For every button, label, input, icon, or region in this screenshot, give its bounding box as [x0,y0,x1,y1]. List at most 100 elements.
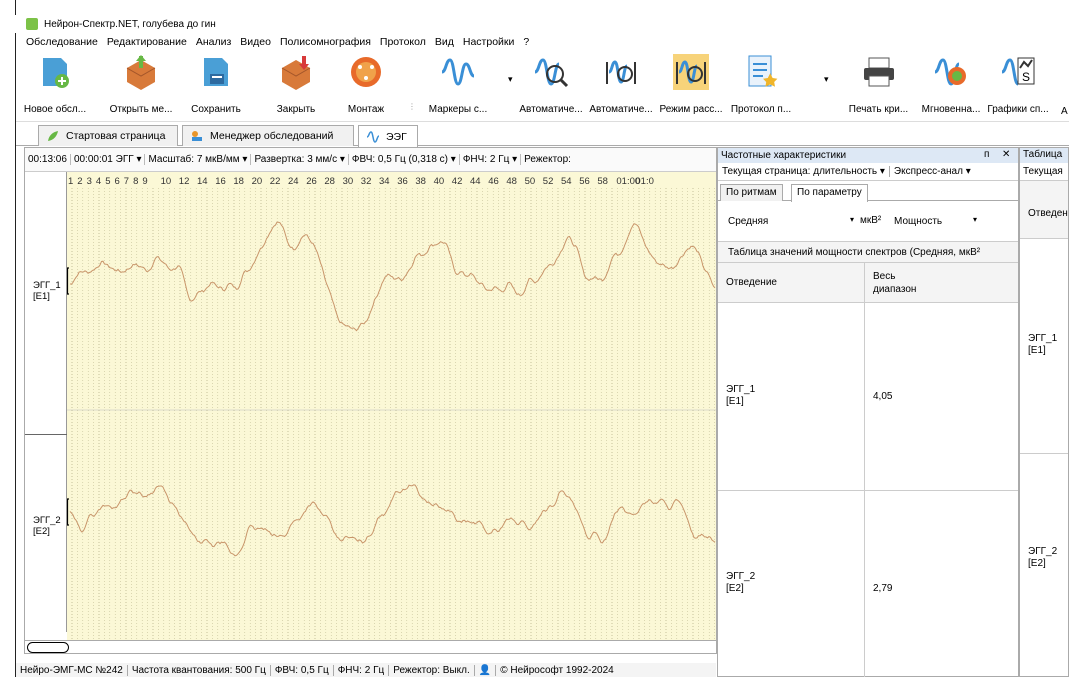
frequency-panel-title-bar: Частотные характеристики ᴨ ✕ [718,148,1018,163]
scale-dropdown[interactable]: Масштаб: 7 мкВ/мм ▾ [145,154,252,165]
menu-item-polysomnography[interactable]: Полисомнография [280,36,371,48]
markers-button[interactable]: Маркеры с... [428,52,488,120]
close-icon[interactable]: ✕ [1002,149,1010,160]
open-button[interactable]: Открыть ме... [106,52,176,120]
express-analysis-dropdown[interactable]: Экспресс-анал ▾ [890,166,975,177]
toolbar-grip[interactable]: ⋮ [408,102,416,111]
tab-start-page[interactable]: Стартовая страница [38,125,178,146]
menu-bar: Обследование Редактирование Анализ Видео… [16,33,1069,50]
print-button[interactable]: Печать кри... [841,52,916,120]
column-full-range: Весь диапазон [873,271,917,295]
table-panel-2-row-2[interactable]: ЭГГ_2 [E2] [1028,546,1057,570]
menu-item-view[interactable]: Вид [435,36,454,48]
notch-dropdown[interactable]: Режектор: [521,154,574,165]
tab-eeg[interactable]: ЭЭГ [358,125,418,147]
duration-dropdown[interactable]: 00:00:01 ЭГГ ▾ [71,154,146,165]
time-ruler-label: 7 [124,176,129,187]
app-window: Нейрон-Спектр.NET, голубева до гин Обсле… [0,0,1069,677]
eeg-trace-channel-2[interactable] [69,484,716,557]
aggregate-dropdown-icon[interactable]: ▾ [850,215,854,224]
table-row[interactable]: ЭГГ_2 [E2] 2,79 [718,491,1018,677]
eeg-panel: 00:13:06 00:00:01 ЭГГ ▾ Масштаб: 7 мкВ/м… [24,147,717,654]
table-panel-2-title: Таблица [1020,148,1068,163]
tab-by-parameter[interactable]: По параметру [791,184,868,202]
column-divider [864,263,865,303]
close-exam-icon [278,54,314,90]
spectrum-graphs-icon: S [1000,54,1036,90]
markers-icon [440,54,476,90]
instant-spectrum-button[interactable]: Мгновенна... [916,52,986,120]
tab-by-rhythms[interactable]: По ритмам [720,184,783,201]
save-button[interactable]: Сохранить [186,52,246,120]
menu-item-help[interactable]: ? [523,36,529,48]
time-ruler-label: 22 [270,176,281,187]
table-panel-2-row-1[interactable]: ЭГГ_1 [E1] [1028,333,1057,357]
markers-dropdown[interactable]: ▾ [508,74,513,85]
time-ruler-label: 42 [452,176,463,187]
parameter-select[interactable]: Мощность [894,216,942,227]
time-ruler-label: 5 [105,176,110,187]
protocol-dropdown[interactable]: ▾ [824,74,829,85]
row-lead-electrode: [E2] [726,583,744,594]
current-time: 00:13:06 [25,154,71,165]
table-row[interactable]: ЭГГ_1 [E1] 4,05 [718,303,1018,491]
spectrum-graphs-button[interactable]: S Графики сп... [987,52,1049,120]
time-ruler-label: 18 [233,176,244,187]
sweep-dropdown[interactable]: Развертка: 3 мм/с ▾ [251,154,349,165]
hpf-status: ФВЧ: 0,5 Гц [271,664,334,676]
auto-analysis-button[interactable]: Автоматиче... [519,52,583,120]
time-ruler-label: 24 [288,176,299,187]
window-title: Нейрон-Спектр.NET, голубева до гин [44,18,216,30]
tab-exam-manager[interactable]: Менеджер обследований [182,125,354,146]
pin-icon[interactable]: ᴨ [984,149,989,160]
time-ruler-label: 12 [179,176,190,187]
row-lead-name: ЭГГ_2 [726,571,756,582]
time-ruler-label: 58 [597,176,608,187]
time-ruler-label: 10 [161,176,172,187]
title-bar: Нейрон-Спектр.NET, голубева до гин [15,15,1069,33]
menu-item-video[interactable]: Видео [240,36,271,48]
review-mode-button[interactable]: Режим расс... [659,52,723,120]
frequency-panel: Частотные характеристики ᴨ ✕ Текущая стр… [717,147,1019,677]
menu-item-exam[interactable]: Обследование [26,36,98,48]
lpf-dropdown[interactable]: ФНЧ: 2 Гц ▾ [460,154,522,165]
eeg-trace-channel-1[interactable] [69,221,716,332]
eeg-icon [367,130,379,143]
new-exam-button[interactable]: Новое обсл... [20,52,90,120]
eeg-plot-area[interactable]: 1 2 3 4 5 6 7 8 9 10 12 14 16 18 20 22 24 26 28 30 32 34 36 38 4… [66,172,716,640]
hpf-dropdown[interactable]: ФВЧ: 0,5 Гц (0,318 с) ▾ [349,154,460,165]
current-page-dropdown[interactable]: Текущая страница: длительность ▾ [718,166,890,177]
auto-analysis2-button[interactable]: Автоматиче... [589,52,653,120]
time-ruler-label: 36 [397,176,408,187]
protocol-button[interactable]: Протокол п... [731,52,791,120]
time-ruler-label: 38 [415,176,426,187]
time-ruler-label: 01:0 [635,176,654,187]
user-icon[interactable]: 👤 [475,664,497,676]
menu-item-protocol[interactable]: Протокол [380,36,426,48]
time-scrollbar-thumb[interactable] [27,642,69,653]
channel-label-1[interactable]: ЭГГ_1 [E1] [33,280,61,302]
close-exam-button[interactable]: Закрыть [266,52,326,120]
table-header: Отведение Весь диапазон [718,263,1018,303]
time-ruler-label: 8 [133,176,138,187]
eeg-plot-svg[interactable]: 1 2 3 4 5 6 7 8 9 10 12 14 16 18 20 22 24 26 28 30 32 34 36 38 4… [66,172,716,640]
frequency-toolbar: Текущая страница: длительность ▾ Экспрес… [718,163,1018,181]
menu-item-settings[interactable]: Настройки [463,36,515,48]
time-ruler-label: 6 [115,176,120,187]
unit-label: мкВ² [860,215,882,226]
parameter-dropdown-icon[interactable]: ▾ [973,215,977,224]
channel-label-column: ЭГГ_1 [E1] ЭГГ_2 [E2] [25,172,67,632]
table-panel-2-divider [1020,453,1068,454]
table-panel-2-current[interactable]: Текущая [1020,163,1068,181]
channel-label-2[interactable]: ЭГГ_2 [E2] [33,515,61,537]
menu-item-analysis[interactable]: Анализ [196,36,231,48]
menu-item-edit[interactable]: Редактирование [107,36,187,48]
time-scrollbar[interactable] [25,640,716,653]
aggregate-select[interactable]: Средняя [728,216,768,227]
time-ruler-label: 26 [306,176,317,187]
column-divider [864,303,865,491]
home-leaf-icon [48,131,58,141]
time-ruler-label: 20 [252,176,263,187]
montage-button[interactable]: Монтаж [336,52,396,120]
auto-analysis2-icon [603,54,639,90]
